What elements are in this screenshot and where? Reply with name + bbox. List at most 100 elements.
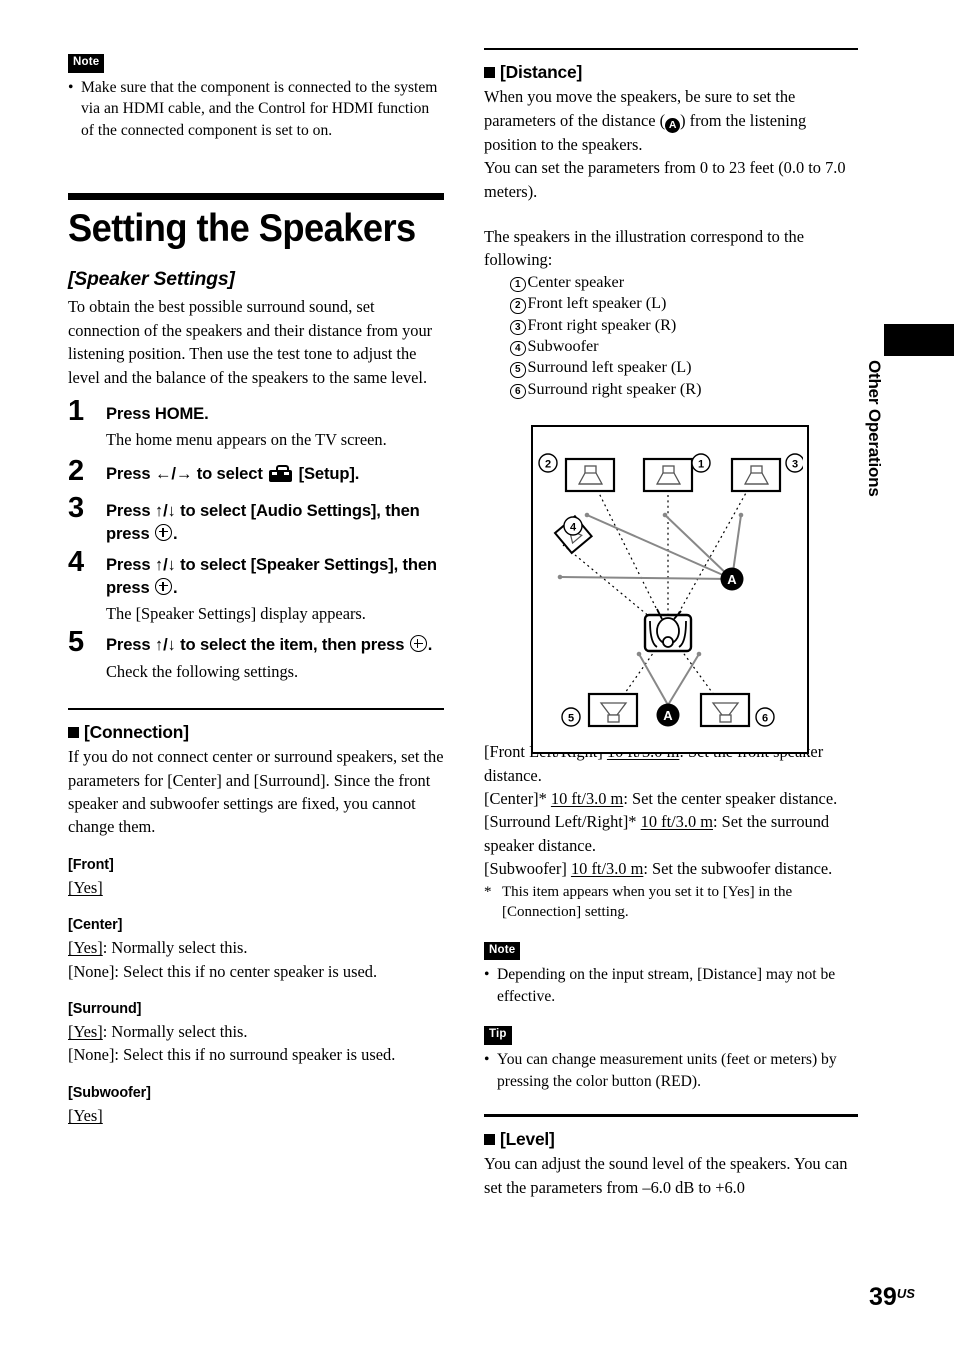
list-item: 1 Center speaker (510, 272, 858, 293)
option-value: [Yes] (68, 877, 103, 897)
section-rule (484, 48, 858, 51)
svg-text:5: 5 (568, 713, 574, 725)
step-description: Check the following settings. (106, 661, 299, 681)
footnote-marker: * (484, 883, 492, 900)
circled-number: 5 (510, 362, 526, 378)
section-heading-label: [Level] (500, 1129, 555, 1150)
chapter-tab-block (884, 324, 954, 356)
front-right-speaker-icon (730, 457, 782, 493)
option-desc: : Select this if no center speaker is us… (114, 961, 378, 981)
step-title: Press HOME. (106, 403, 209, 423)
list-item: 2 Front left speaker (L) (510, 293, 858, 314)
note-bullet-text: Depending on the input stream, [Distance… (497, 966, 836, 1005)
setting-label: [Subwoofer] (484, 859, 567, 879)
distance-marker-lower: A (656, 703, 680, 727)
chapter-rule (68, 193, 444, 201)
svg-text:6: 6 (762, 713, 768, 725)
step-3: 3 Press ↑/↓ to select [Audio Settings], … (68, 494, 444, 545)
option-desc: : Normally select this. (102, 938, 248, 958)
option-desc: : Normally select this. (102, 1022, 248, 1042)
step-title: Press ↑/↓ to select [Speaker Settings], … (106, 554, 444, 599)
footnote-text: This item appears when you set it to [Ye… (502, 883, 793, 921)
note-badge: Note (68, 54, 105, 73)
step-description: The home menu appears on the TV screen. (106, 430, 387, 450)
circled-number: 1 (510, 276, 526, 293)
distance-marker-badge: A (665, 117, 681, 133)
circled-number: 6 (510, 383, 526, 400)
legend-label: Front right speaker (R) (527, 315, 677, 334)
square-bullet-icon (484, 67, 495, 79)
setting-value: 10 ft/3.0 m (550, 788, 624, 808)
speaker-legend-list: 1 Center speaker 2 Front left speaker (L) … (510, 272, 858, 400)
distance-setting-row: [Subwoofer] 10 ft/3.0 m: Set the subwoof… (484, 857, 858, 880)
note-block-top: Note • Make sure that the component is co… (68, 52, 444, 141)
tip-block-distance: Tip • You can change measurement units (f… (484, 1024, 858, 1092)
surround-left-speaker-icon (587, 692, 639, 728)
step-number: 4 (68, 546, 85, 579)
setting-label-front: [Front] (68, 856, 114, 873)
section-heading-distance: [Distance] (484, 61, 858, 83)
setting-option: [Yes]: Normally select this. (68, 1020, 444, 1043)
circled-number: 3 (510, 319, 526, 336)
section-rule (484, 1114, 858, 1118)
step-number: 1 (68, 394, 85, 427)
setting-desc: : Set the subwoofer distance. (643, 859, 833, 879)
section-heading-connection: [Connection] (68, 721, 444, 743)
callout-6: 6 (755, 707, 775, 727)
svg-text:1: 1 (698, 459, 704, 471)
list-item: 4 Subwoofer (510, 336, 858, 357)
chapter-tab-label: Other Operations (865, 360, 884, 497)
setting-value: 10 ft/3.0 m (570, 859, 644, 879)
square-bullet-icon (68, 727, 79, 739)
option-value: [None] (68, 1045, 115, 1065)
note-bullet: • Make sure that the component is connect… (68, 78, 438, 139)
section-heading-label: [Distance] (500, 62, 583, 83)
callout-2: 2 (538, 453, 558, 473)
legend-label: Surround left speaker (L) (527, 358, 692, 377)
section-heading-label: [Connection] (84, 722, 189, 743)
option-desc: : Select this if no surround speaker is … (114, 1045, 396, 1065)
connection-body: If you do not connect center or surround… (68, 747, 444, 837)
left-column: Note • Make sure that the component is co… (68, 52, 444, 1127)
circled-number: 4 (510, 340, 526, 357)
enter-icon (155, 523, 172, 541)
step-5: 5 Press ↑/↓ to select the item, then pre… (68, 628, 444, 683)
step-2: 2 Press ←/→ to select [Setup]. (68, 457, 444, 491)
enter-icon (155, 577, 172, 595)
note-bullet-text: Make sure that the component is connecte… (81, 78, 438, 139)
legend-label: Subwoofer (527, 336, 599, 355)
step-title: Press ↑/↓ to select [Audio Settings], th… (106, 500, 444, 545)
step-title-text: Press ↑/↓ to select the item, then press (106, 635, 405, 655)
step-title-text: Press ↑/↓ to select [Audio Settings], th… (106, 501, 420, 543)
legend-label: Center speaker (527, 272, 625, 291)
listener-seat-icon (643, 608, 693, 653)
svg-text:2: 2 (545, 459, 551, 471)
distance-settings-list: [Front Left/Right] 10 ft/3.0 m: Set the … (484, 740, 858, 923)
page-title: Setting the Speakers (68, 207, 416, 251)
step-1: 1 Press HOME. The home menu appears on t… (68, 396, 444, 452)
step-title: Press ↑/↓ to select the item, then press… (106, 634, 444, 657)
callout-5: 5 (561, 707, 581, 727)
toolbox-icon (269, 465, 293, 483)
page-number: 39US (869, 1283, 915, 1312)
step-4: 4 Press ↑/↓ to select [Speaker Settings]… (68, 548, 444, 625)
callout-1: 1 (691, 453, 711, 473)
surround-right-speaker-icon (699, 692, 751, 728)
option-value: [Yes] (68, 938, 103, 958)
step-number: 3 (68, 492, 85, 525)
setting-option: [None]: Select this if no surround speak… (68, 1043, 444, 1066)
step-title: Press ←/→ to select [Setup]. (106, 463, 444, 486)
option-value: [None] (68, 961, 115, 981)
note-block-distance: Note • Depending on the input stream, [Di… (484, 940, 858, 1008)
option-value: [Yes] (68, 1022, 103, 1042)
callout-4: 4 (563, 516, 583, 536)
setting-label: [Center]* (484, 788, 547, 808)
list-item: 5 Surround left speaker (L) (510, 357, 858, 378)
note-bullet: • Depending on the input stream, [Distanc… (484, 966, 836, 1005)
page-number-suffix: US (896, 1286, 915, 1301)
distance-paragraph-1: When you move the speakers, be sure to s… (484, 85, 858, 156)
option-value: [Yes] (68, 1105, 103, 1125)
distance-setting-row: [Surround Left/Right]* 10 ft/3.0 m: Set … (484, 810, 858, 857)
setting-option: [Yes] (68, 1104, 444, 1127)
setting-value: 10 ft/3.0 m (640, 812, 714, 832)
